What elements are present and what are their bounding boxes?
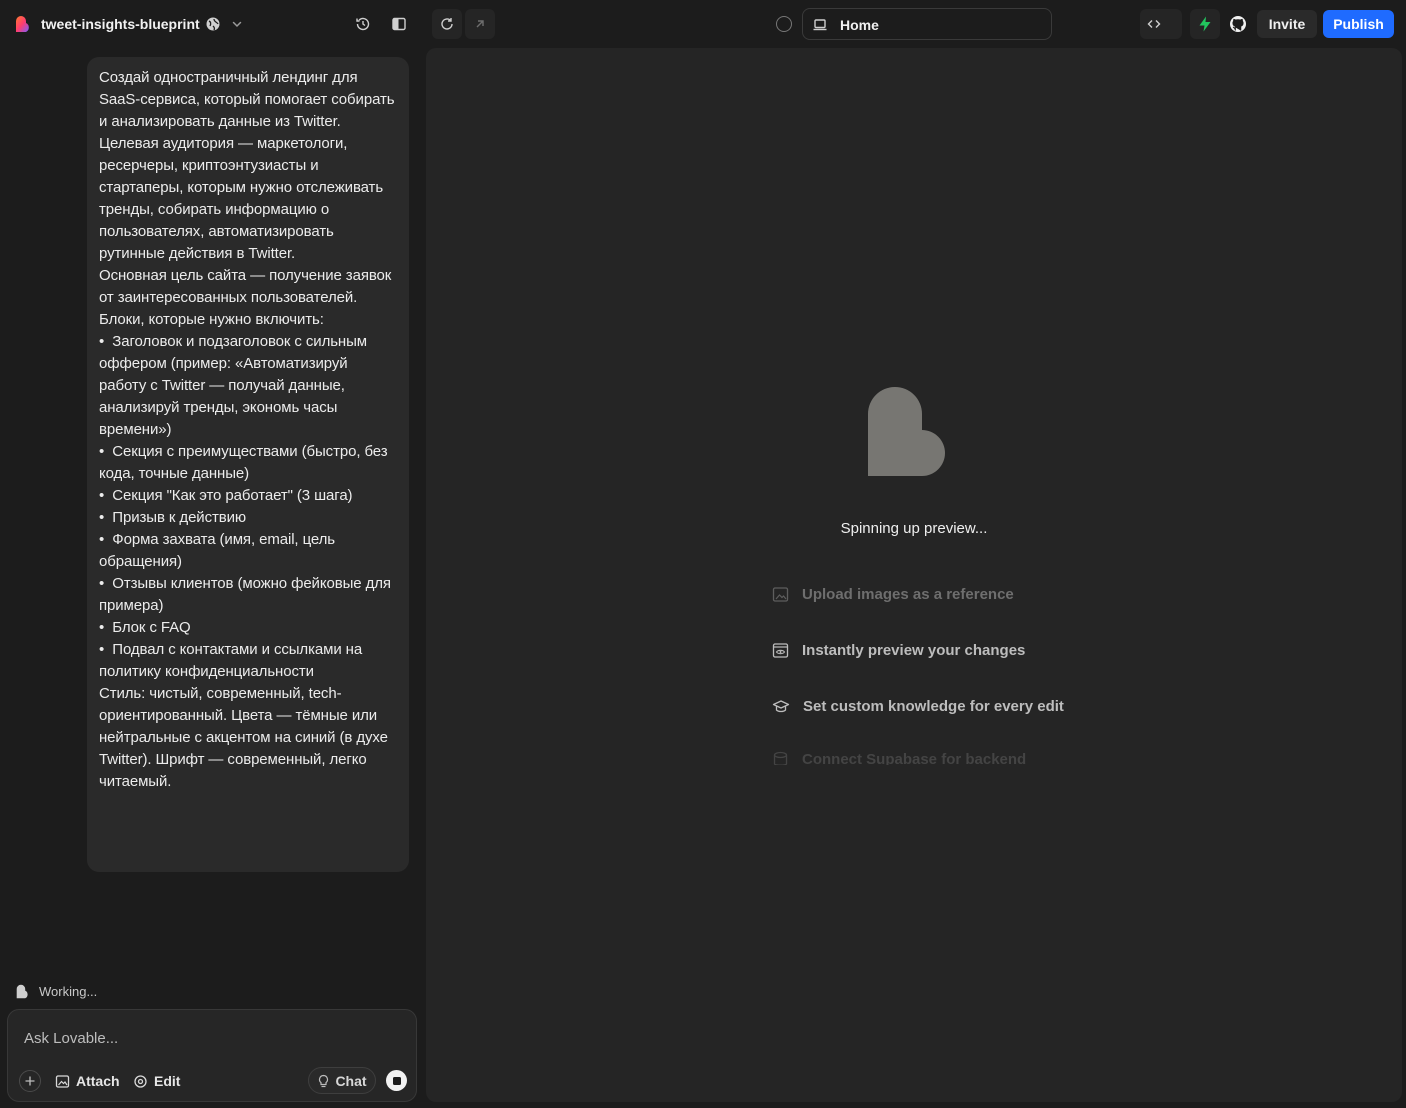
add-button[interactable] xyxy=(19,1070,41,1092)
image-icon xyxy=(772,586,789,602)
code-view-button[interactable] xyxy=(1140,9,1182,39)
github-button[interactable] xyxy=(1223,9,1253,39)
invite-button[interactable]: Invite xyxy=(1257,10,1317,38)
chat-mode-button[interactable]: Chat xyxy=(308,1067,376,1094)
edit-label: Edit xyxy=(154,1073,181,1089)
status-circle-icon xyxy=(776,16,792,32)
lovable-logo-icon xyxy=(16,984,28,998)
user-message-bubble: Создай одностраничный лендинг для SaaS-с… xyxy=(87,57,409,872)
graduation-cap-icon xyxy=(772,699,790,712)
app-root: tweet-insights-blueprint Home Invite Pub… xyxy=(0,0,1406,1108)
tip-connect-supabase: Connect Supabase for backend xyxy=(772,751,1026,765)
edit-button[interactable]: Edit xyxy=(133,1071,180,1091)
eye-preview-icon xyxy=(772,642,789,658)
project-name[interactable]: tweet-insights-blueprint xyxy=(41,16,200,32)
loading-text: Spinning up preview... xyxy=(840,520,988,537)
lightbulb-icon xyxy=(319,1074,329,1087)
edit-target-icon xyxy=(134,1074,147,1088)
top-bar: tweet-insights-blueprint Home Invite Pub… xyxy=(0,0,1406,48)
lovable-logo-icon[interactable] xyxy=(14,14,34,34)
history-button[interactable] xyxy=(348,9,378,39)
tip-custom-knowledge: Set custom knowledge for every edit xyxy=(772,695,1064,717)
image-icon xyxy=(55,1074,70,1088)
arrow-up-right-icon xyxy=(476,20,484,28)
sidebar-toggle-button[interactable] xyxy=(384,9,414,39)
chat-input[interactable] xyxy=(24,1026,394,1050)
refresh-icon xyxy=(441,18,453,30)
chat-label: Chat xyxy=(335,1072,367,1089)
github-icon xyxy=(1230,16,1246,32)
stop-button[interactable] xyxy=(386,1070,407,1091)
route-selector[interactable]: Home xyxy=(802,8,1052,40)
tip-instant-preview: Instantly preview your changes xyxy=(772,639,1025,661)
database-icon xyxy=(773,751,788,765)
stop-icon xyxy=(392,1076,401,1085)
globe-icon[interactable] xyxy=(205,16,221,32)
publish-button[interactable]: Publish xyxy=(1323,10,1394,38)
working-status: Working... xyxy=(15,982,97,1000)
lovable-heart-icon xyxy=(868,387,945,482)
status-text: Working... xyxy=(39,983,98,999)
preview-panel: Spinning up preview... Upload images as … xyxy=(426,48,1402,1102)
attach-label: Attach xyxy=(76,1073,120,1089)
supabase-button[interactable] xyxy=(1190,9,1220,39)
chevron-down-icon[interactable] xyxy=(230,17,244,31)
current-route: Home xyxy=(840,17,879,33)
sidebar-toggle-icon xyxy=(392,17,406,31)
open-in-new-tab-button[interactable] xyxy=(465,9,495,39)
history-icon xyxy=(356,17,370,31)
code-icon xyxy=(1147,20,1161,28)
attach-button[interactable]: Attach xyxy=(55,1071,120,1091)
laptop-icon xyxy=(813,19,827,31)
tip-upload-images: Upload images as a reference xyxy=(772,583,1014,605)
plus-icon xyxy=(25,1076,35,1086)
chat-composer: Attach Edit Chat xyxy=(7,1009,417,1102)
refresh-button[interactable] xyxy=(432,9,462,39)
bolt-icon xyxy=(1199,16,1211,32)
